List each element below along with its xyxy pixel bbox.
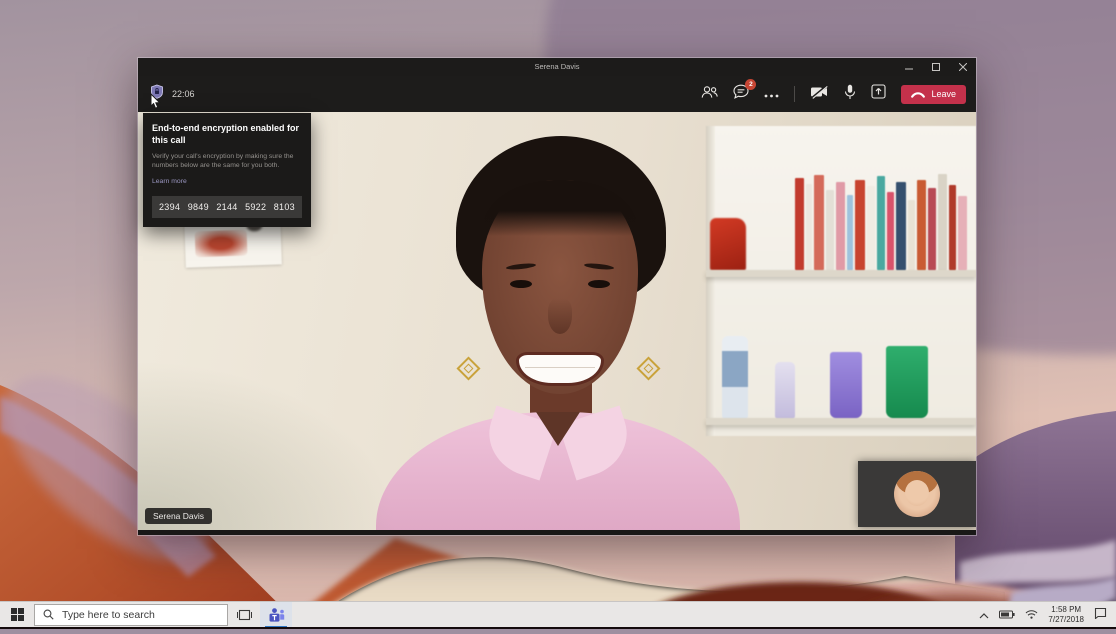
leave-label: Leave bbox=[931, 89, 956, 99]
bottle bbox=[722, 336, 748, 418]
taskbar-teams-button[interactable] bbox=[260, 602, 292, 628]
hang-up-icon bbox=[911, 91, 925, 98]
teams-app-icon bbox=[268, 607, 285, 623]
clock-time: 1:58 PM bbox=[1048, 605, 1084, 615]
verification-codes: 2394 9849 2144 5922 8103 bbox=[152, 196, 302, 218]
chevron-up-icon[interactable] bbox=[979, 606, 989, 624]
screen: { "call": { "title_bar": { "title": "Ser… bbox=[0, 0, 1116, 629]
start-button[interactable] bbox=[0, 602, 34, 628]
smile bbox=[516, 352, 604, 386]
windows-taskbar: 1:58 PM 7/27/2018 bbox=[0, 601, 1116, 627]
code-2: 9849 bbox=[188, 202, 209, 212]
self-view-pip[interactable] bbox=[858, 461, 976, 527]
mouse-cursor bbox=[150, 93, 162, 115]
window-controls bbox=[895, 58, 976, 76]
share-screen-icon[interactable] bbox=[871, 84, 886, 104]
network-icon[interactable] bbox=[1025, 606, 1038, 624]
small-bottle bbox=[775, 362, 795, 418]
shelf-board-bottom bbox=[706, 418, 976, 425]
battery-icon[interactable] bbox=[999, 606, 1015, 624]
bookshelf bbox=[706, 126, 976, 436]
clock-date: 7/27/2018 bbox=[1048, 615, 1084, 625]
search-icon bbox=[43, 609, 54, 620]
self-avatar bbox=[894, 471, 940, 517]
call-timer: 22:06 bbox=[172, 89, 195, 99]
green-cup bbox=[886, 346, 928, 418]
maximize-button[interactable] bbox=[922, 58, 949, 76]
encryption-tooltip: End-to-end encryption enabled for this c… bbox=[143, 113, 311, 227]
taskbar-search[interactable] bbox=[34, 604, 228, 626]
gold-earring-left bbox=[456, 356, 480, 380]
window-title: Serena Davis bbox=[138, 58, 976, 76]
code-4: 5922 bbox=[245, 202, 266, 212]
learn-more-link[interactable]: Learn more bbox=[152, 178, 187, 185]
chat-badge: 2 bbox=[745, 79, 756, 90]
tooltip-body: Verify your call's encryption by making … bbox=[152, 153, 302, 170]
action-center-icon[interactable] bbox=[1094, 606, 1107, 624]
windows-start-icon bbox=[11, 608, 24, 621]
system-tray: 1:58 PM 7/27/2018 bbox=[979, 605, 1116, 624]
search-input[interactable] bbox=[60, 608, 214, 622]
shelf-board-top bbox=[706, 270, 976, 277]
toolbar-separator bbox=[794, 86, 795, 102]
code-1: 2394 bbox=[159, 202, 180, 212]
tooltip-title: End-to-end encryption enabled for this c… bbox=[152, 123, 302, 146]
chat-icon[interactable]: 2 bbox=[733, 84, 749, 104]
taskbar-clock[interactable]: 1:58 PM 7/27/2018 bbox=[1048, 605, 1084, 624]
red-book-stack bbox=[710, 218, 746, 270]
books-row bbox=[795, 166, 967, 270]
purple-cup bbox=[830, 352, 862, 418]
participants-icon[interactable] bbox=[701, 85, 718, 104]
more-icon[interactable] bbox=[764, 85, 779, 103]
task-view-button[interactable] bbox=[228, 602, 260, 628]
window-titlebar: Serena Davis bbox=[138, 58, 976, 76]
teams-call-window: Serena Davis 22:06 bbox=[138, 58, 976, 535]
code-3: 2144 bbox=[216, 202, 237, 212]
woman-face bbox=[482, 180, 638, 394]
microphone-icon[interactable] bbox=[844, 84, 856, 105]
gold-earring-right bbox=[636, 356, 660, 380]
pink-shirt bbox=[376, 412, 740, 530]
code-5: 8103 bbox=[274, 202, 295, 212]
leave-button[interactable]: Leave bbox=[901, 85, 966, 104]
camera-off-icon[interactable] bbox=[810, 85, 829, 104]
participant-name-tag: Serena Davis bbox=[145, 508, 212, 524]
minimize-button[interactable] bbox=[895, 58, 922, 76]
task-view-icon bbox=[237, 609, 252, 621]
close-button[interactable] bbox=[949, 58, 976, 76]
call-toolbar: 22:06 2 bbox=[138, 76, 976, 112]
window-bottom-edge bbox=[138, 530, 976, 535]
